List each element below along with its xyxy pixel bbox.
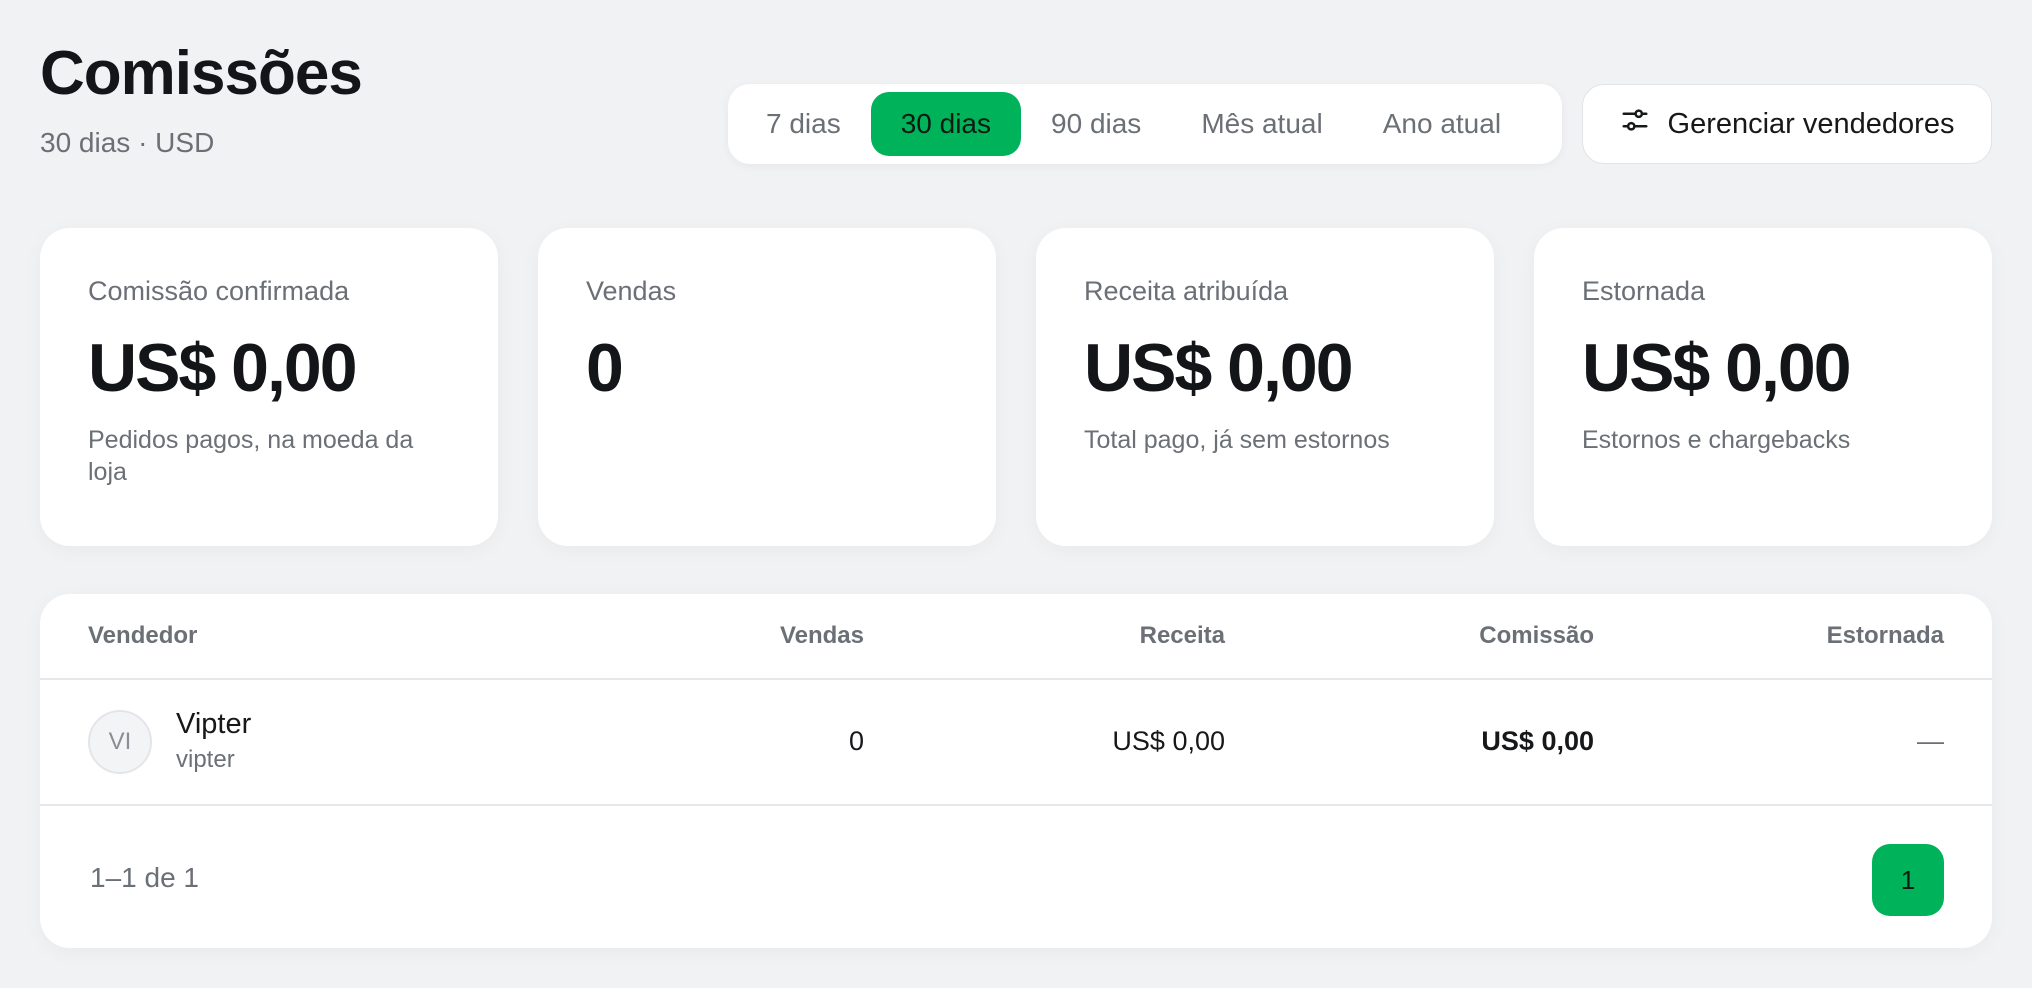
stat-label: Receita atribuída xyxy=(1084,276,1289,306)
page-subtitle: 30 dias · USD xyxy=(40,127,215,158)
cell-revenue: US$ 0,00 xyxy=(1112,726,1225,756)
stat-card-refunded: Estornada US$ 0,00 Estornos e chargeback… xyxy=(1534,228,1992,546)
avatar: VI xyxy=(88,710,152,774)
pagination-range: 1–1 de 1 xyxy=(90,862,199,893)
stat-note: Total pago, já sem estornos xyxy=(1084,425,1390,454)
column-header-refunded[interactable]: Estornada xyxy=(1827,622,1944,650)
column-header-revenue[interactable]: Receita xyxy=(1140,622,1225,650)
range-90-days[interactable]: 90 dias xyxy=(1021,92,1171,156)
range-current-year[interactable]: Ano atual xyxy=(1353,92,1531,156)
seller-handle: vipter xyxy=(176,746,235,773)
range-current-month[interactable]: Mês atual xyxy=(1171,92,1352,156)
stat-card-attributed-revenue: Receita atribuída US$ 0,00 Total pago, j… xyxy=(1036,228,1494,546)
manage-sellers-label: Gerenciar vendedores xyxy=(1667,107,1955,140)
stat-note: Pedidos pagos, na moeda da loja xyxy=(88,425,414,487)
column-header-commission[interactable]: Comissão xyxy=(1479,622,1594,650)
range-30-days[interactable]: 30 dias xyxy=(870,92,1022,156)
commissions-page: Comissões 30 dias · USD 7 dias 30 dias 9… xyxy=(0,0,2032,988)
cell-commission: US$ 0,00 xyxy=(1481,726,1594,756)
stat-value: US$ 0,00 xyxy=(1084,330,1354,406)
table-header: Vendedor Vendas Receita Comissão Estorna… xyxy=(40,594,1992,680)
stat-card-sales: Vendas 0 xyxy=(538,228,996,546)
cell-sales: 0 xyxy=(848,726,864,756)
stat-label: Vendas xyxy=(586,276,677,306)
stat-value: 0 xyxy=(586,330,624,406)
page-title: Comissões xyxy=(40,39,363,108)
stat-value: US$ 0,00 xyxy=(88,330,358,406)
sellers-table: Vendedor Vendas Receita Comissão Estorna… xyxy=(40,594,1992,948)
stat-note: Estornos e chargebacks xyxy=(1582,425,1851,454)
stat-label: Estornada xyxy=(1582,276,1706,306)
table-row[interactable]: VI Vipter vipter 0 US$ 0,00 US$ 0,00 — xyxy=(40,680,1992,806)
seller-name: Vipter xyxy=(176,708,252,740)
stat-value: US$ 0,00 xyxy=(1582,330,1852,406)
stat-label: Comissão confirmada xyxy=(88,276,350,306)
manage-sellers-button[interactable]: Gerenciar vendedores xyxy=(1582,84,1992,164)
date-range-tabs: 7 dias 30 dias 90 dias Mês atual Ano atu… xyxy=(728,84,1562,164)
range-7-days[interactable]: 7 dias xyxy=(736,92,871,156)
column-header-sales[interactable]: Vendas xyxy=(780,622,864,650)
stat-card-confirmed-commission: Comissão confirmada US$ 0,00 Pedidos pag… xyxy=(40,228,498,546)
column-header-seller[interactable]: Vendedor xyxy=(88,622,197,650)
pagination-page-button[interactable]: 1 xyxy=(1872,844,1944,916)
cell-refunded: — xyxy=(1917,726,1944,756)
sliders-icon xyxy=(1620,105,1650,143)
